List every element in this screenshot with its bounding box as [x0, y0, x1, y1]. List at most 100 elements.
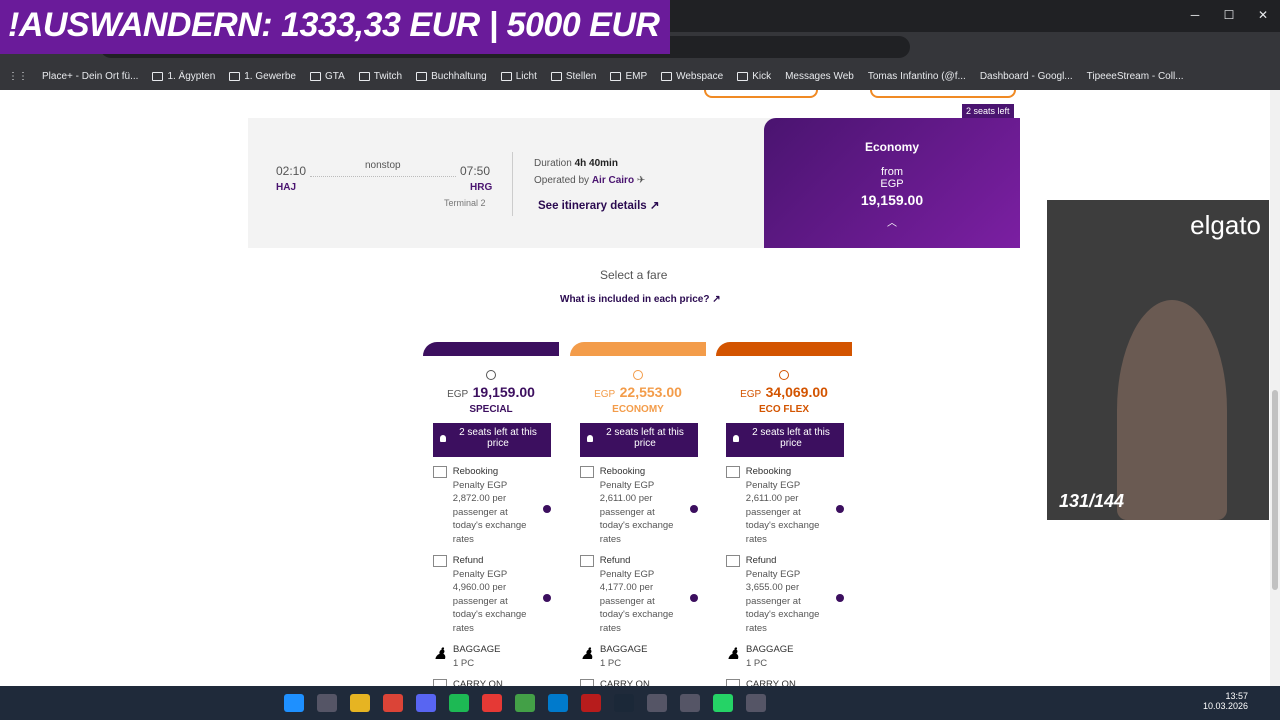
- fare-header: [716, 342, 852, 356]
- bookmark-item[interactable]: 1. Gewerbe: [229, 71, 296, 82]
- app-icon[interactable]: [647, 694, 667, 712]
- seats-left-button[interactable]: 2 seats left at this price: [580, 423, 698, 457]
- rule-title: CARRY ON: [600, 679, 650, 686]
- apps-icon[interactable]: ⋮⋮: [8, 71, 28, 82]
- operated-by: Operated by Air Cairo ✈: [534, 175, 645, 186]
- baggage-icon: ♟: [726, 646, 741, 663]
- info-icon[interactable]: [836, 505, 845, 513]
- rule-text: Penalty EGP 2,611.00 per passenger at to…: [599, 479, 674, 545]
- minimize-icon[interactable]: ─: [1178, 0, 1212, 30]
- windows-taskbar: 13:57 10.03.2026: [0, 686, 1280, 720]
- folder-icon: [416, 71, 428, 81]
- taskbar-apps: [284, 694, 766, 712]
- bookmark-label: TipeeeStream - Coll...: [1086, 70, 1184, 82]
- info-icon[interactable]: [543, 505, 552, 513]
- seats-left-button[interactable]: 2 seats left at this price: [433, 423, 551, 457]
- rebooking-rule: Rebooking Penalty EGP 2,872.00 per passen…: [433, 465, 552, 546]
- seats-left-text: 2 seats left at this price: [459, 427, 537, 449]
- info-icon[interactable]: [836, 594, 845, 602]
- from-price: 19,159.00: [860, 192, 924, 208]
- fare-card-ecoflex[interactable]: EGP 34,069.00 ECO FLEX 2 seats left at t…: [716, 342, 852, 686]
- bookmark-label: Licht: [515, 70, 537, 82]
- bookmark-item[interactable]: Buchhaltung: [416, 71, 487, 82]
- info-icon[interactable]: [690, 594, 699, 602]
- maximize-icon[interactable]: ☐: [1212, 0, 1246, 30]
- bookmark-label: Kick: [752, 70, 772, 82]
- bookmark-item[interactable]: Messages Web: [785, 71, 854, 82]
- bookmark-item[interactable]: Twitch: [358, 71, 402, 82]
- search-icon[interactable]: [317, 694, 337, 712]
- page-scrollbar[interactable]: [1270, 90, 1280, 686]
- bookmark-item[interactable]: Licht: [500, 70, 537, 82]
- discord-icon[interactable]: [416, 694, 436, 712]
- seats-left-text: 2 seats left at this price: [752, 427, 830, 449]
- fare-radio[interactable]: [779, 370, 789, 380]
- rule-title: Rebooking: [745, 466, 792, 477]
- rule-title: Rebooking: [452, 466, 499, 477]
- refund-icon: [726, 555, 740, 567]
- external-link-icon: ↗: [649, 200, 660, 212]
- bag-icon: [433, 679, 447, 686]
- fare-name: ECONOMY: [612, 404, 664, 415]
- previous-fare-button[interactable]: [704, 90, 818, 98]
- folder-icon: [661, 71, 673, 81]
- itinerary-link[interactable]: See itinerary details ↗: [538, 198, 660, 212]
- bookmark-item[interactable]: EMP: [610, 71, 647, 82]
- itinerary-label: See itinerary details: [538, 200, 647, 212]
- stops-label: nonstop: [365, 160, 401, 171]
- bookmark-item[interactable]: Webspace: [661, 71, 723, 82]
- baggage-rule: ♟ BAGGAGE 1 PC: [726, 643, 844, 670]
- bookmark-item[interactable]: Place+ - Dein Ort fü...: [42, 71, 138, 82]
- bookmark-item[interactable]: Kick: [737, 71, 771, 82]
- fare-radio[interactable]: [486, 370, 496, 380]
- bookmark-label: GTA: [324, 70, 345, 82]
- folder-icon: [358, 71, 370, 81]
- close-icon[interactable]: ✕: [1246, 0, 1280, 30]
- app-icon[interactable]: [680, 694, 700, 712]
- calendar-icon: [433, 466, 447, 478]
- bookmark-item[interactable]: 1. Ägypten: [152, 71, 215, 82]
- whats-included-link[interactable]: What is included in each price? ↗: [560, 294, 721, 305]
- info-icon[interactable]: [690, 505, 699, 513]
- fare-card-economy[interactable]: EGP 22,553.00 ECONOMY 2 seats left at th…: [570, 342, 706, 686]
- bookmark-label: Webspace: [676, 70, 724, 82]
- previous-fare-button[interactable]: [870, 90, 1016, 98]
- app-icon[interactable]: [581, 694, 601, 712]
- vscode-icon[interactable]: [548, 694, 568, 712]
- flight-card[interactable]: 02:10 nonstop 07:50 HAJ HRG Terminal 2 D…: [248, 118, 1020, 248]
- whatsapp-icon[interactable]: [713, 694, 733, 712]
- chevron-up-icon: ︿: [887, 218, 897, 229]
- streamer-video: [1117, 300, 1227, 520]
- fare-amount: 22,553.00: [619, 384, 682, 400]
- rule-title: Refund: [452, 555, 484, 566]
- chrome-icon[interactable]: [383, 694, 403, 712]
- app-icon[interactable]: [482, 694, 502, 712]
- steam-icon[interactable]: [614, 694, 634, 712]
- fare-currency: EGP: [447, 389, 469, 400]
- bookmark-item[interactable]: Dashboard - Googl...: [980, 71, 1073, 82]
- rule-title: Rebooking: [599, 466, 646, 477]
- baggage-icon: ♟: [580, 646, 595, 663]
- rule-title: Refund: [745, 555, 777, 566]
- info-icon[interactable]: [543, 594, 552, 602]
- fare-card-special[interactable]: EGP 19,159.00 SPECIAL 2 seats left at th…: [423, 342, 559, 686]
- spotify-icon[interactable]: [449, 694, 469, 712]
- app-icon[interactable]: [746, 694, 766, 712]
- elgato-logo: elgato: [1190, 210, 1261, 240]
- folder-icon[interactable]: [350, 694, 370, 712]
- departure-time: 02:10: [276, 164, 307, 178]
- economy-cabin-button[interactable]: Economy from EGP 19,159.00 ︿: [764, 118, 1020, 248]
- baggage-rule: ♟ BAGGAGE 1 PC: [580, 643, 698, 670]
- scrollbar-thumb[interactable]: [1272, 390, 1278, 590]
- app-icon[interactable]: [515, 694, 535, 712]
- bookmark-item[interactable]: TipeeeStream - Coll...: [1087, 71, 1184, 82]
- start-icon[interactable]: [284, 694, 304, 712]
- clock[interactable]: 13:57 10.03.2026: [1203, 691, 1248, 711]
- bookmark-item[interactable]: Tomas Infantino (@f...: [868, 71, 966, 82]
- fare-radio[interactable]: [633, 370, 643, 380]
- seats-left-button[interactable]: 2 seats left at this price: [726, 423, 844, 457]
- bookmark-item[interactable]: GTA: [309, 70, 345, 82]
- select-fare-title: Select a fare: [600, 268, 668, 282]
- bookmark-item[interactable]: Stellen: [550, 71, 596, 82]
- duration-value: 4h 40min: [574, 158, 618, 169]
